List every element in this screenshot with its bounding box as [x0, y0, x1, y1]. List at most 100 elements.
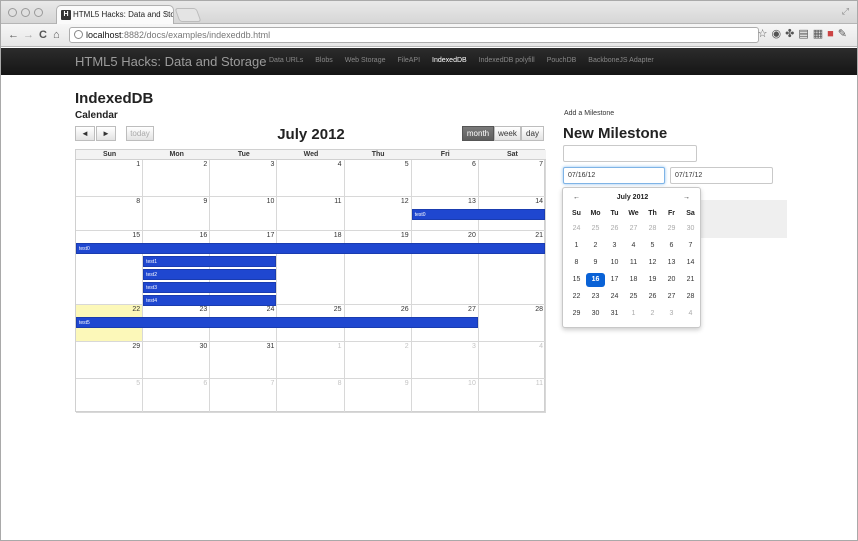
extension-4-icon[interactable]: ▦: [813, 27, 827, 40]
reload-button[interactable]: C: [39, 27, 47, 43]
site-brand[interactable]: HTML5 Hacks: Data and Storage: [75, 54, 266, 69]
day-cell[interactable]: 12: [344, 197, 412, 231]
day-cell[interactable]: 10: [411, 379, 479, 413]
extension-icon[interactable]: ◉: [771, 27, 785, 40]
day-cell[interactable]: 30: [143, 342, 211, 379]
back-button[interactable]: ←: [8, 27, 19, 43]
day-cell[interactable]: 11: [478, 379, 546, 413]
datepicker-day[interactable]: 24: [567, 222, 586, 236]
nav-link-fileapi[interactable]: FileAPI: [397, 57, 420, 64]
day-cell[interactable]: 5: [344, 160, 412, 197]
today-button[interactable]: today: [126, 126, 154, 141]
datepicker-day[interactable]: 9: [586, 256, 605, 270]
milestone-name-input[interactable]: [563, 145, 697, 162]
datepicker-day[interactable]: 12: [643, 256, 662, 270]
datepicker-day[interactable]: 28: [643, 222, 662, 236]
day-cell[interactable]: 2: [344, 342, 412, 379]
datepicker-day[interactable]: 1: [567, 239, 586, 253]
calendar-event[interactable]: test3: [143, 282, 277, 293]
day-cell[interactable]: 6: [411, 160, 479, 197]
close-window-button[interactable]: [8, 8, 17, 17]
datepicker-day[interactable]: 25: [586, 222, 605, 236]
datepicker-day[interactable]: 3: [662, 307, 681, 321]
datepicker-day[interactable]: 8: [567, 256, 586, 270]
datepicker-day[interactable]: 11: [624, 256, 643, 270]
extension-2-icon[interactable]: ✤: [785, 27, 798, 40]
nav-link-indexeddb-polyfill[interactable]: IndexedDB polyfill: [479, 57, 535, 64]
fullscreen-icon[interactable]: ⤢: [842, 6, 849, 17]
home-button[interactable]: ⌂: [53, 27, 60, 43]
datepicker-day[interactable]: 19: [643, 273, 662, 287]
calendar-event[interactable]: test2: [143, 269, 277, 280]
datepicker-day[interactable]: 25: [624, 290, 643, 304]
datepicker-day[interactable]: 15: [567, 273, 586, 287]
datepicker-day[interactable]: 24: [605, 290, 624, 304]
calendar-event[interactable]: test5: [76, 317, 478, 328]
datepicker-day[interactable]: 1: [624, 307, 643, 321]
day-cell[interactable]: 9: [143, 197, 211, 231]
day-cell[interactable]: 7: [478, 160, 546, 197]
page-info-icon[interactable]: [74, 30, 83, 39]
new-tab-button[interactable]: [174, 8, 202, 22]
datepicker-day[interactable]: 4: [624, 239, 643, 253]
day-cell[interactable]: 4: [478, 342, 546, 379]
datepicker-day[interactable]: 14: [681, 256, 700, 270]
day-cell[interactable]: 10: [210, 197, 278, 231]
nav-link-web-storage[interactable]: Web Storage: [345, 57, 386, 64]
datepicker-day[interactable]: 30: [586, 307, 605, 321]
close-tab-icon[interactable]: ×: [164, 6, 169, 24]
datepicker-day[interactable]: 22: [567, 290, 586, 304]
calendar-event[interactable]: test4: [143, 295, 277, 306]
extension-3-icon[interactable]: ▤: [798, 27, 812, 40]
month-view-button[interactable]: month: [462, 126, 494, 141]
bookmark-star-icon[interactable]: ☆: [758, 27, 772, 40]
day-cell[interactable]: 28: [478, 305, 546, 342]
prev-month-button[interactable]: ◄: [75, 126, 95, 141]
datepicker-day[interactable]: 31: [605, 307, 624, 321]
calendar-event[interactable]: test1: [143, 256, 277, 267]
extension-5-icon[interactable]: ■: [827, 28, 838, 40]
day-cell[interactable]: 8: [277, 379, 345, 413]
day-cell[interactable]: 6: [143, 379, 211, 413]
minimize-window-button[interactable]: [21, 8, 30, 17]
wrench-icon[interactable]: ✎: [838, 27, 851, 40]
calendar-event[interactable]: test0: [76, 243, 545, 254]
datepicker-day[interactable]: 28: [681, 290, 700, 304]
start-date-input[interactable]: 07/16/12: [563, 167, 665, 184]
datepicker-title[interactable]: July 2012: [563, 194, 702, 201]
day-cell[interactable]: 1: [76, 160, 144, 197]
datepicker-day[interactable]: 5: [643, 239, 662, 253]
datepicker-day[interactable]: 2: [643, 307, 662, 321]
datepicker-day[interactable]: 30: [681, 222, 700, 236]
datepicker-day[interactable]: 3: [605, 239, 624, 253]
nav-link-backbonejs-adapter[interactable]: BackboneJS Adapter: [588, 57, 653, 64]
datepicker-day[interactable]: 2: [586, 239, 605, 253]
day-cell[interactable]: 5: [76, 379, 144, 413]
day-cell[interactable]: 3: [210, 160, 278, 197]
datepicker-day[interactable]: 18: [624, 273, 643, 287]
week-view-button[interactable]: week: [494, 126, 521, 141]
datepicker-day[interactable]: 16: [586, 273, 605, 287]
forward-button[interactable]: →: [23, 27, 34, 43]
nav-link-pouchdb[interactable]: PouchDB: [547, 57, 577, 64]
datepicker-day[interactable]: 10: [605, 256, 624, 270]
day-cell[interactable]: 11: [277, 197, 345, 231]
browser-tab[interactable]: H HTML5 Hacks: Data and Sto ×: [56, 5, 174, 24]
datepicker-day[interactable]: 26: [643, 290, 662, 304]
datepicker-day[interactable]: 7: [681, 239, 700, 253]
datepicker-day[interactable]: 4: [681, 307, 700, 321]
address-bar[interactable]: localhost:8882/docs/examples/indexeddb.h…: [69, 27, 759, 43]
datepicker-day[interactable]: 27: [624, 222, 643, 236]
day-cell[interactable]: 9: [344, 379, 412, 413]
datepicker-day[interactable]: 6: [662, 239, 681, 253]
day-cell[interactable]: 1: [277, 342, 345, 379]
end-date-input[interactable]: 07/17/12: [670, 167, 773, 184]
zoom-window-button[interactable]: [34, 8, 43, 17]
datepicker-day[interactable]: 26: [605, 222, 624, 236]
day-cell[interactable]: 8: [76, 197, 144, 231]
datepicker-day[interactable]: 20: [662, 273, 681, 287]
day-cell[interactable]: 29: [76, 342, 144, 379]
nav-link-indexeddb[interactable]: IndexedDB: [432, 57, 467, 64]
day-cell[interactable]: 31: [210, 342, 278, 379]
datepicker-day[interactable]: 13: [662, 256, 681, 270]
